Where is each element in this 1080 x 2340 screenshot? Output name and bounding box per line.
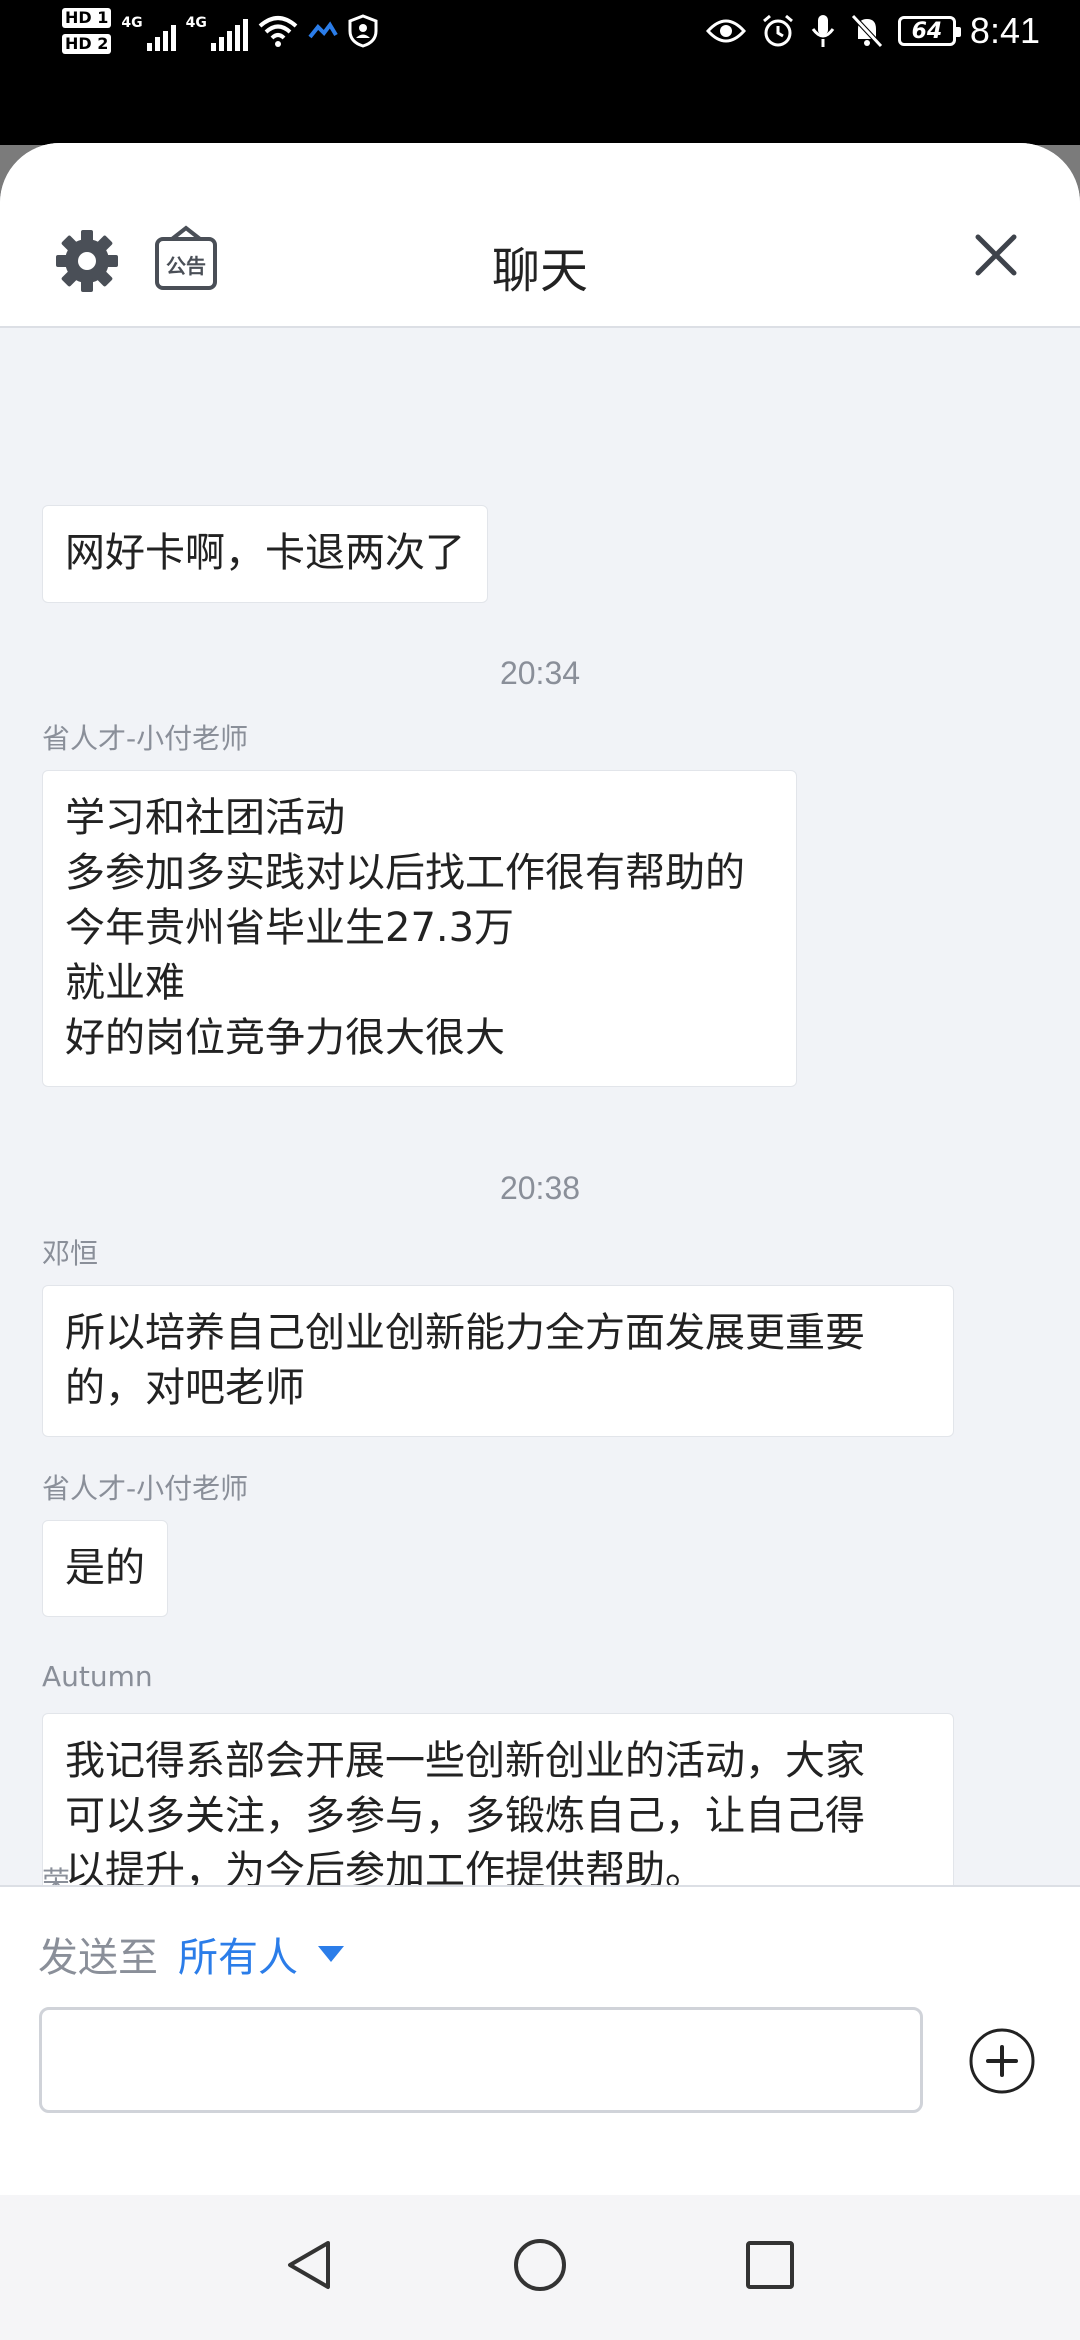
- message-timestamp: 20:34: [499, 655, 581, 691]
- signal-bars-icon: [210, 17, 248, 51]
- circle-home-icon[interactable]: [510, 2235, 570, 2295]
- signal-1: 4G: [121, 11, 176, 51]
- plus-circle-icon[interactable]: [968, 2027, 1036, 2095]
- send-to-label: 发送至: [38, 1935, 158, 1981]
- signal-2: 4G: [186, 11, 248, 51]
- page-title: 聊天: [491, 243, 588, 299]
- status-time: 8:41: [969, 10, 1040, 51]
- message-sender: 省人才-小付老师: [42, 722, 249, 755]
- message-sender: 省人才-小付老师: [42, 1472, 249, 1505]
- message-bubble[interactable]: 学习和社团活动 多参加多实践对以后找工作很有帮助的 今年贵州省毕业生27.3万 …: [42, 770, 797, 1087]
- battery-level: 64: [911, 18, 943, 44]
- sim1-badge: HD 1: [62, 8, 112, 28]
- microphone-icon: [811, 15, 835, 47]
- shield-icon: [348, 14, 378, 48]
- status-right: 64 8:41: [705, 10, 1040, 52]
- message-sender: 荣: [42, 1865, 71, 1885]
- system-navbar: [0, 2195, 1080, 2340]
- status-left: HD 1 HD 2 4G 4G: [62, 8, 378, 54]
- message-bubble[interactable]: 是的: [42, 1520, 168, 1617]
- message-input[interactable]: [39, 2007, 923, 2113]
- network-type-1: 4G: [121, 15, 143, 31]
- message-bubble[interactable]: 我记得系部会开展一些创新创业的活动，大家 可以多关注，多参与，多锻炼自己，让自己…: [42, 1713, 954, 1885]
- signal-bars-icon: [146, 17, 176, 51]
- triangle-back-icon[interactable]: [280, 2235, 340, 2295]
- message-timestamp: 20:38: [499, 1170, 581, 1206]
- send-to-selector[interactable]: 发送至 所有人: [38, 1925, 344, 1983]
- eye-icon: [705, 19, 746, 43]
- mute-bell-icon: [851, 14, 883, 48]
- message-bubble[interactable]: 所以培养自己创业创新能力全方面发展更重要 的，对吧老师: [42, 1285, 954, 1437]
- message-bubble[interactable]: 网好卡啊，卡退两次了: [42, 505, 488, 603]
- battery-icon: 64: [897, 16, 961, 46]
- app-notification-icon: [308, 21, 338, 39]
- close-icon[interactable]: [972, 231, 1020, 279]
- alarm-icon: [762, 14, 793, 47]
- square-recent-icon[interactable]: [740, 2235, 800, 2295]
- caret-down-icon[interactable]: [318, 1946, 344, 1962]
- message-list[interactable]: 网好卡啊，卡退两次了 20:34 省人才-小付老师 学习和社团活动 多参加多实践…: [0, 330, 1080, 1885]
- send-to-target[interactable]: 所有人: [178, 1925, 298, 1983]
- chat-sheet: 公告 聊天 网好卡啊，卡退两次了 20:34 省人才-小付老师 学习和社团活动 …: [0, 143, 1080, 2340]
- message-sender: 邓恒: [42, 1237, 99, 1270]
- wifi-icon: [258, 16, 298, 47]
- chat-header: 公告 聊天: [0, 143, 1080, 328]
- network-type-2: 4G: [185, 15, 207, 31]
- sim2-badge: HD 2: [62, 34, 112, 54]
- message-sender: Autumn: [42, 1660, 153, 1693]
- status-bar: HD 1 HD 2 4G 4G 64 8:41: [0, 0, 1080, 145]
- sim-indicators: HD 1 HD 2: [62, 8, 112, 54]
